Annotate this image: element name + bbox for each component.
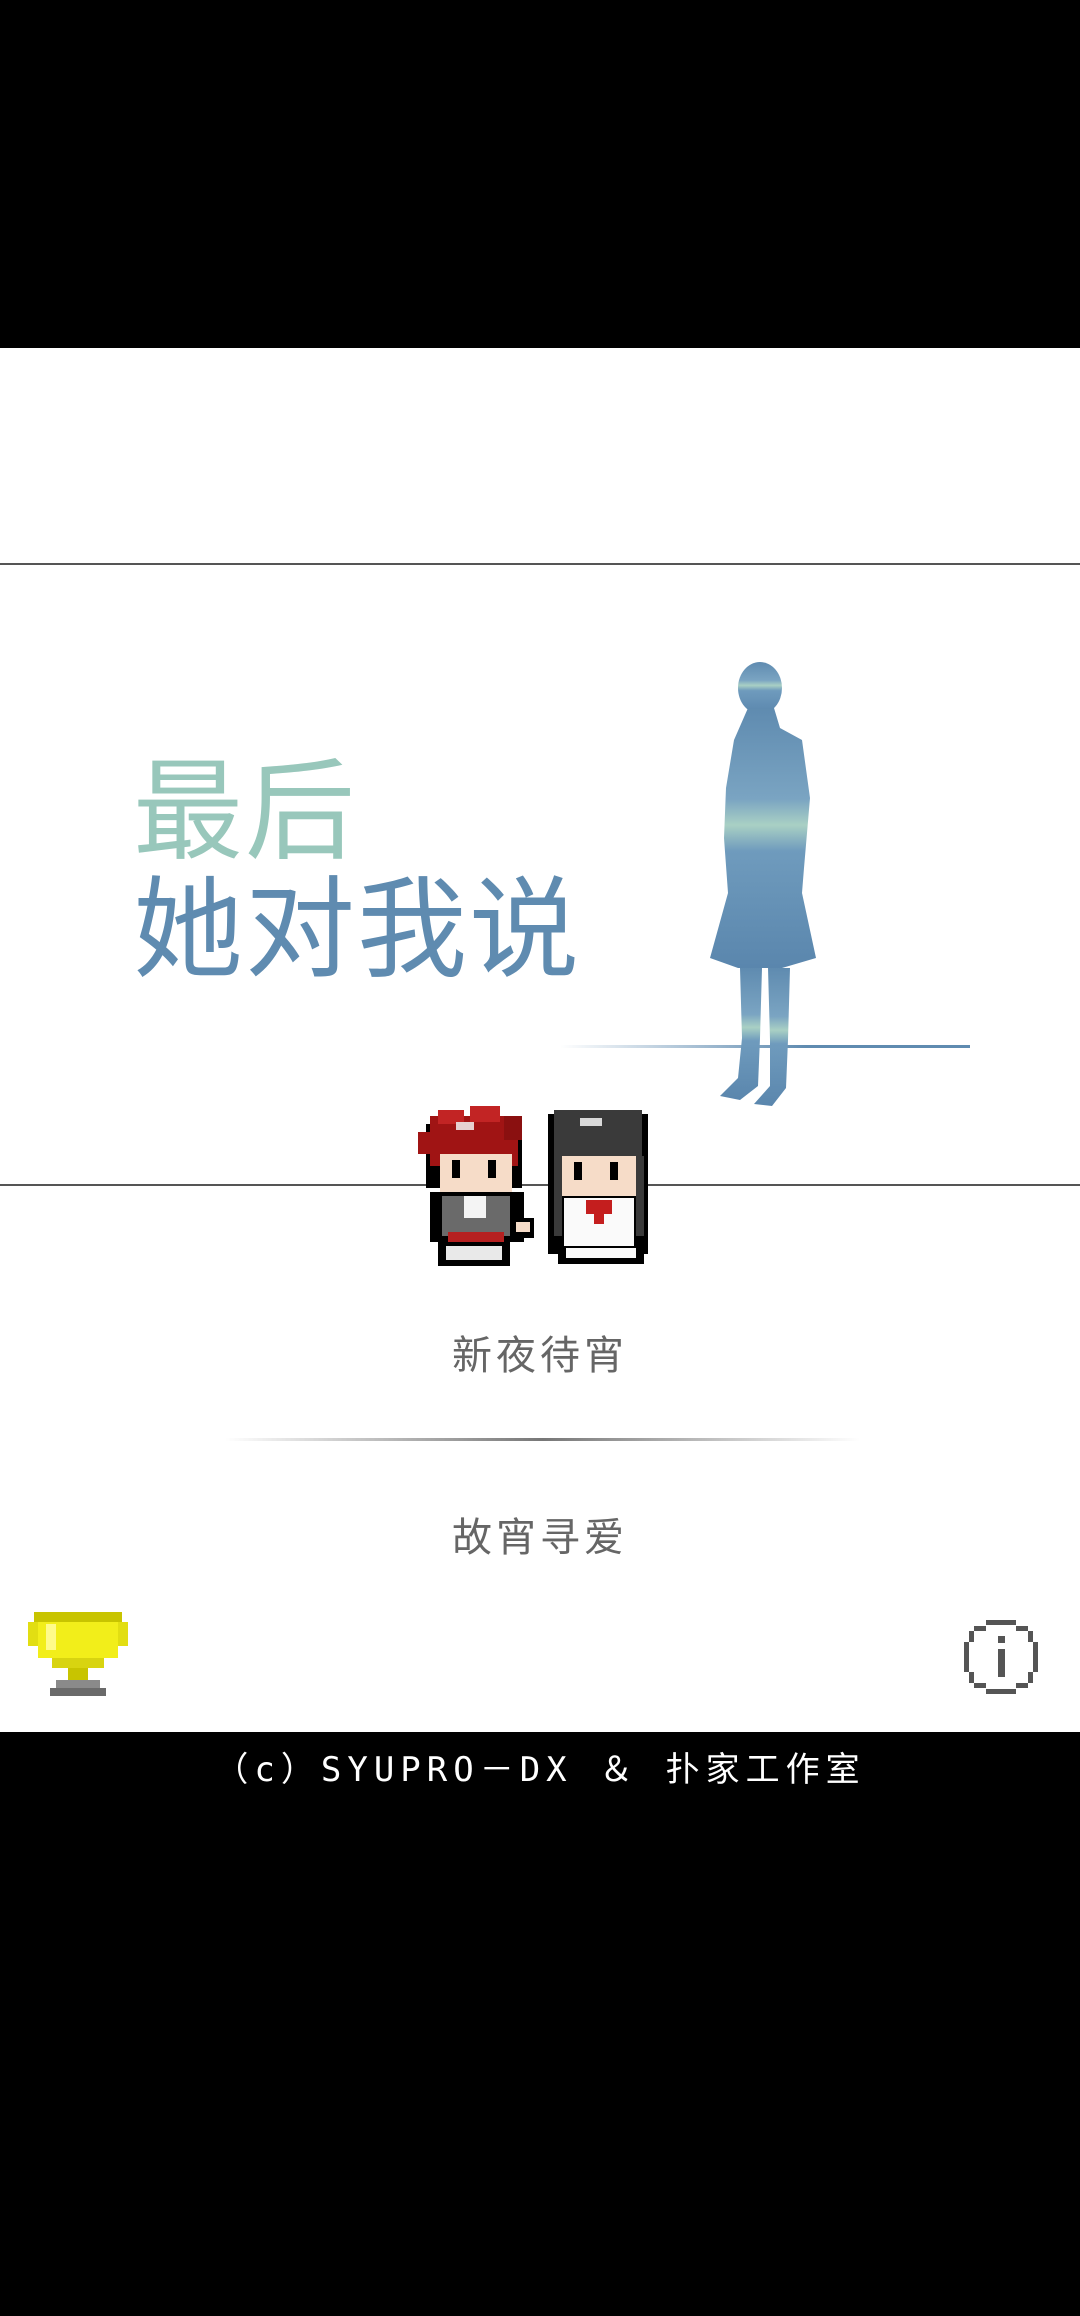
new-game-button[interactable]: 新夜待宵 [0, 1323, 1080, 1381]
trophy-icon[interactable] [28, 1610, 128, 1696]
pixel-characters [418, 1106, 648, 1266]
copyright-text: （c）SYUPRO－DX ＆ 扑家工作室 [214, 1750, 866, 1790]
boy-sprite [418, 1106, 534, 1266]
girl-sprite [548, 1110, 648, 1264]
title-line-2: 她对我说 [133, 866, 581, 994]
girl-silhouette [710, 662, 816, 1106]
title-screen: 最后 她对我说 新夜待宵 故宵寻爱 [0, 348, 1080, 1732]
game-title: 最后 她对我说 [133, 753, 581, 989]
continue-button[interactable]: 故宵寻爱 [0, 1505, 1080, 1563]
info-icon[interactable] [962, 1618, 1040, 1696]
title-line-1: 最后 [133, 748, 357, 876]
top-letterbox [0, 0, 1080, 348]
top-divider-line [0, 563, 1080, 565]
menu-divider [225, 1438, 860, 1441]
